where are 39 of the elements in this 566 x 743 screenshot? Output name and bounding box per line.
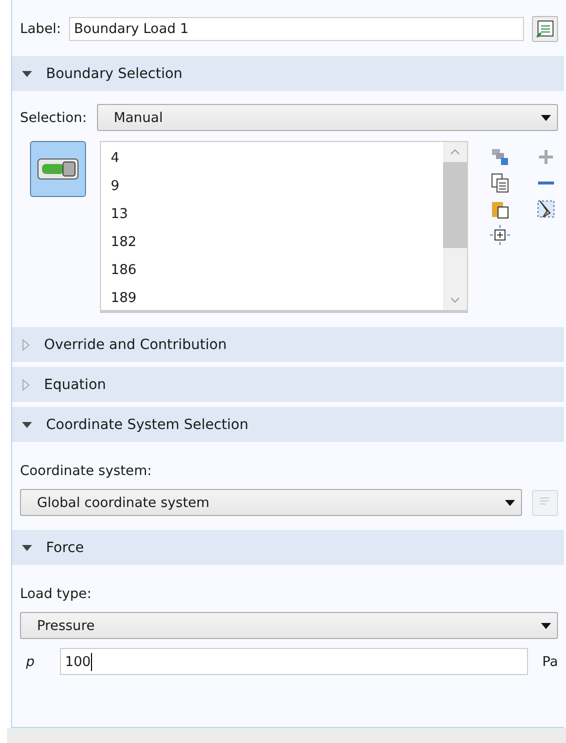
- field-label: Load type:: [20, 585, 92, 604]
- section-header[interactable]: Boundary Selection: [12, 56, 564, 91]
- list-item[interactable]: 4: [110, 148, 443, 168]
- dropdown-arrow-icon: [541, 622, 551, 628]
- group-icon[interactable]: [490, 147, 510, 167]
- symbol-label: p: [25, 654, 36, 670]
- copy-icon[interactable]: [490, 173, 510, 193]
- list-item[interactable]: 9: [110, 176, 443, 196]
- selection-label: Selection:: [20, 110, 87, 126]
- expanded-arrow-icon: [22, 420, 32, 428]
- section-header[interactable]: Override and Contribution: [12, 327, 564, 362]
- collapsed-arrow-icon: [22, 378, 30, 390]
- dropdown-arrow-icon: [505, 500, 515, 506]
- list-item[interactable]: 13: [110, 204, 443, 224]
- paste-icon[interactable]: [490, 199, 510, 219]
- zoom-extents-icon[interactable]: [490, 225, 510, 245]
- scrollbar-thumb[interactable]: [443, 162, 467, 248]
- toggle-switch-icon: [36, 158, 79, 180]
- list-item[interactable]: 189: [110, 288, 443, 308]
- section-header[interactable]: Force: [12, 530, 564, 565]
- expanded-arrow-icon: [22, 70, 32, 78]
- load-type-dropdown[interactable]: Pressure: [20, 612, 558, 639]
- plus-icon[interactable]: [536, 147, 556, 167]
- note-button[interactable]: [532, 16, 558, 42]
- section-header[interactable]: Equation: [12, 367, 564, 402]
- field-label: Coordinate system:: [20, 462, 153, 481]
- expanded-arrow-icon: [22, 544, 32, 552]
- list-item[interactable]: 186: [110, 260, 443, 280]
- section-header[interactable]: Coordinate System Selection: [12, 407, 564, 442]
- pressure-input[interactable]: 100: [60, 648, 528, 675]
- coordinate-system-dropdown[interactable]: Global coordinate system: [20, 489, 522, 516]
- unit-label: Pa: [541, 654, 558, 670]
- collapsed-arrow-icon: [22, 338, 30, 350]
- selection-dropdown[interactable]: Manual: [96, 104, 558, 131]
- list-item[interactable]: 182: [110, 232, 443, 252]
- dropdown-arrow-icon: [541, 114, 551, 120]
- active-toggle-button[interactable]: [30, 141, 86, 197]
- label-input[interactable]: Boundary Load 1: [68, 17, 524, 41]
- label-caption: Label:: [20, 21, 61, 37]
